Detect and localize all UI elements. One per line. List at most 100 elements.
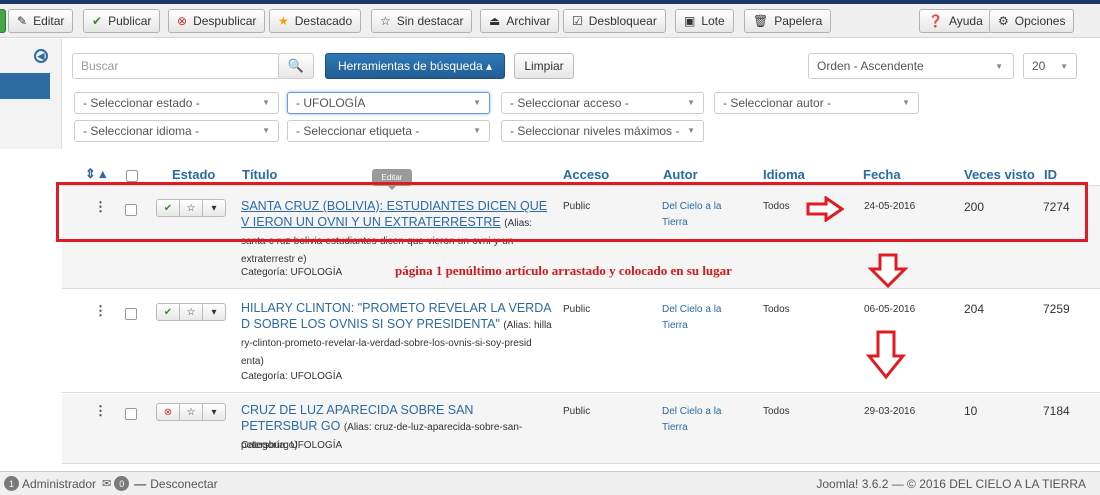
- messages-count-badge[interactable]: 0: [114, 476, 130, 491]
- check-all-checkbox[interactable]: [126, 170, 138, 182]
- arrow-down-icon: [868, 253, 908, 289]
- date-cell: 06-05-2016: [864, 304, 916, 315]
- gear-icon: ⚙: [998, 14, 1009, 28]
- chevron-down-icon: ▼: [687, 98, 695, 107]
- featured-button[interactable]: ★ Destacado: [269, 9, 362, 33]
- user-label[interactable]: Administrador: [22, 477, 96, 491]
- ordering-sort-icon[interactable]: ⇕ ▴: [85, 166, 106, 182]
- chevron-down-icon: ▼: [687, 126, 695, 135]
- check-icon: ✔: [92, 14, 103, 28]
- chevron-down-icon: ▼: [1060, 61, 1068, 71]
- filter-tag-select[interactable]: - Seleccionar etiqueta - ▼: [287, 120, 490, 142]
- id-cell: 7184: [1043, 404, 1070, 418]
- statusbar-left: 1 Administrador ✉ 0 — Desconectar: [4, 476, 218, 491]
- caret-down-icon[interactable]: ▾: [203, 304, 225, 320]
- row-checkbox[interactable]: [125, 408, 137, 420]
- search-icon: 🔍: [287, 58, 305, 73]
- archive-button[interactable]: ⏏ Archivar: [480, 9, 560, 33]
- search-input[interactable]: Buscar: [72, 53, 280, 79]
- search-tools-button[interactable]: Herramientas de búsqueda ▴: [325, 53, 505, 79]
- date-cell: 29-03-2016: [864, 406, 916, 417]
- search-button[interactable]: 🔍: [278, 53, 314, 79]
- checkbox-icon: ☑: [572, 14, 583, 28]
- clear-button[interactable]: Limpiar: [514, 53, 574, 79]
- access-cell: Public: [563, 406, 591, 417]
- star-empty-icon[interactable]: ☆: [180, 404, 203, 420]
- minus-icon: —: [134, 476, 147, 491]
- header-title[interactable]: Título: [242, 167, 277, 182]
- star-filled-icon: ★: [278, 14, 289, 28]
- batch-button[interactable]: ▣ Lote: [675, 9, 734, 33]
- unpublished-icon[interactable]: ⊗: [157, 404, 180, 420]
- envelope-icon: ✉: [102, 478, 112, 490]
- header-language[interactable]: Idioma: [763, 167, 805, 182]
- header-date[interactable]: Fecha: [863, 167, 901, 182]
- trash-button[interactable]: 🗑 Papelera: [744, 9, 832, 33]
- limit-select[interactable]: 20 ▼: [1023, 53, 1077, 79]
- published-check-icon[interactable]: ✔: [157, 304, 180, 320]
- hits-cell: 204: [964, 302, 985, 316]
- table-row: ⋮ ⊗ ☆ ▾ CRUZ DE LUZ APARECIDA SOBRE SAN …: [62, 394, 1100, 464]
- status-button-group[interactable]: ⊗ ☆ ▾: [156, 403, 226, 421]
- chevron-down-icon: ▼: [995, 61, 1003, 71]
- filter-maxlevels-select[interactable]: - Seleccionar niveles máximos - ▼: [501, 120, 704, 142]
- row-checkbox[interactable]: [125, 308, 137, 320]
- users-count-badge: 1: [4, 476, 19, 491]
- star-empty-icon[interactable]: ☆: [180, 304, 203, 320]
- id-cell: 7259: [1043, 302, 1070, 316]
- article-category: Categoría: UFOLOGÍA: [241, 440, 343, 451]
- drag-handle-icon[interactable]: ⋮: [94, 304, 107, 317]
- edit-button[interactable]: ✎ Editar: [8, 9, 74, 33]
- drag-handle-icon[interactable]: ⋮: [94, 404, 107, 417]
- unpublish-icon: ⊗: [177, 14, 188, 28]
- sidebar-toggle-icon[interactable]: ◀: [34, 49, 48, 63]
- options-button[interactable]: ⚙ Opciones: [989, 9, 1075, 33]
- header-hits[interactable]: Veces visto: [964, 167, 1035, 182]
- article-category: Categoría: UFOLOGÍA: [241, 267, 343, 278]
- status-bar: 1 Administrador ✉ 0 — Desconectar Joomla…: [0, 471, 1100, 495]
- language-cell: Todos: [763, 406, 790, 417]
- status-button-group[interactable]: ✔ ☆ ▾: [156, 303, 226, 321]
- filter-language-select[interactable]: - Seleccionar idioma - ▼: [74, 120, 279, 142]
- header-author[interactable]: Autor: [663, 167, 698, 182]
- header-id[interactable]: ID: [1044, 167, 1057, 182]
- chevron-down-icon: ▼: [473, 98, 481, 107]
- help-button[interactable]: ❓ Ayuda: [919, 9, 992, 33]
- header-access[interactable]: Acceso: [563, 167, 609, 182]
- caret-down-icon[interactable]: ▾: [203, 404, 225, 420]
- chevron-down-icon: ▼: [473, 126, 481, 135]
- chevron-down-icon: ▼: [262, 126, 270, 135]
- checkin-button[interactable]: ☑ Desbloquear: [563, 9, 666, 33]
- hits-cell: 10: [964, 404, 978, 418]
- sidebar-active-item[interactable]: [0, 73, 50, 99]
- filter-access-select[interactable]: - Seleccionar acceso - ▼: [501, 92, 704, 114]
- ordering-select[interactable]: Orden - Ascendente ▼: [808, 53, 1014, 79]
- table-row: ⋮ ✔ ☆ ▾ HILLARY CLINTON: "PROMETO REVELA…: [62, 290, 1100, 393]
- arrow-down-icon: [866, 330, 906, 380]
- sidebar: ◀: [0, 39, 62, 149]
- highlight-box: [56, 182, 1088, 242]
- new-button-edge[interactable]: [0, 9, 6, 33]
- archive-icon: ⏏: [489, 14, 501, 28]
- batch-icon: ▣: [684, 14, 696, 28]
- author-link[interactable]: Del Cielo a la Tierra: [662, 404, 742, 436]
- question-icon: ❓: [928, 14, 943, 28]
- version-text: Joomla! 3.6.2 — © 2016 DEL CIELO A LA TI…: [816, 477, 1086, 491]
- author-link[interactable]: Del Cielo a la Tierra: [662, 302, 742, 334]
- annotation-text: página 1 penúltimo artículo arrastado y …: [395, 263, 732, 278]
- star-empty-icon: ☆: [380, 14, 391, 28]
- article-category: Categoría: UFOLOGÍA: [241, 371, 343, 382]
- filter-author-select[interactable]: - Seleccionar autor - ▼: [714, 92, 919, 114]
- unfeatured-button[interactable]: ☆ Sin destacar: [371, 9, 473, 33]
- access-cell: Public: [563, 304, 591, 315]
- filter-state-select[interactable]: - Seleccionar estado - ▼: [74, 92, 279, 114]
- header-status[interactable]: Estado: [172, 167, 215, 182]
- arrow-right-icon: [806, 196, 844, 222]
- publish-button[interactable]: ✔ Publicar: [83, 9, 161, 33]
- logout-link[interactable]: Desconectar: [150, 477, 217, 491]
- trash-icon: 🗑: [753, 14, 769, 28]
- article-title-link[interactable]: HILLARY CLINTON: "PROMETO REVELAR LA VER…: [241, 300, 553, 370]
- filter-category-select[interactable]: - UFOLOGÍA ▼: [287, 92, 490, 114]
- unpublish-button[interactable]: ⊗ Despublicar: [168, 9, 266, 33]
- toolbar: ✎ Editar ✔ Publicar ⊗ Despublicar ★ Destacad…: [0, 4, 1100, 38]
